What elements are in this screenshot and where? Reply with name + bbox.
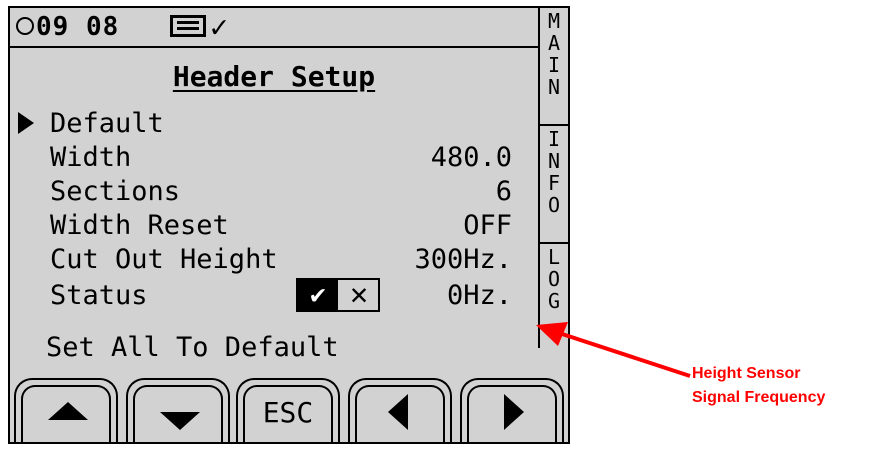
arrow-down-icon <box>160 412 200 430</box>
arrow-up-icon <box>48 402 88 420</box>
arrow-left-icon <box>388 394 408 430</box>
callout-label: Height Sensor Signal Frequency <box>692 362 825 410</box>
esc-label: ESC <box>262 396 314 429</box>
arrow-right-icon <box>504 394 524 430</box>
callout-line-1: Height Sensor <box>692 365 801 382</box>
callout-line-2: Signal Frequency <box>692 389 826 406</box>
